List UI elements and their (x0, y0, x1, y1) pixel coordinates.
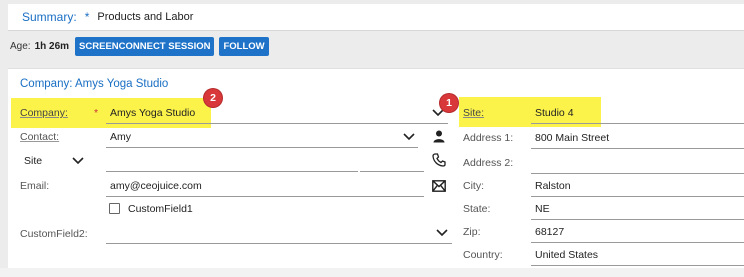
summary-required-mark: * (84, 10, 90, 24)
bottom-strip (0, 268, 744, 277)
country-label: Country: (463, 249, 503, 261)
state-value[interactable]: NE (535, 203, 550, 215)
phone-icon[interactable] (432, 153, 446, 167)
annotation-badge-1: 1 (440, 94, 458, 112)
company-card: Company: Amys Yoga Studio Company: * Amy… (8, 68, 744, 268)
customfield1-label: CustomField1 (128, 203, 193, 215)
contact-chevron-down-icon[interactable] (403, 132, 415, 142)
follow-button[interactable]: FOLLOW (219, 36, 269, 56)
address1-underline (531, 148, 744, 149)
contact-value[interactable]: Amy (110, 131, 131, 143)
company-label: Company: (20, 107, 68, 119)
customfield1-checkbox[interactable] (109, 203, 120, 214)
annotation-badge-2: 2 (204, 89, 222, 107)
state-label: State: (463, 203, 491, 215)
city-label: City: (463, 180, 484, 192)
person-icon[interactable] (433, 130, 445, 143)
state-underline (531, 219, 744, 220)
phone-ext-underline (360, 171, 424, 172)
customfield2-chevron-down-icon[interactable] (436, 228, 448, 238)
age-row: Age: 1h 26m SCREENCONNECT SESSION FOLLOW (10, 36, 269, 56)
site-underline (531, 123, 744, 124)
country-underline (531, 265, 744, 266)
contact-underline (106, 147, 418, 148)
summary-bar: Summary: * Products and Labor (8, 4, 744, 31)
city-value[interactable]: Ralston (535, 180, 571, 192)
company-card-title: Company: Amys Yoga Studio (20, 78, 169, 90)
address2-label: Address 2: (463, 157, 514, 169)
zip-value[interactable]: 68127 (535, 226, 564, 238)
site-label: Site: (463, 107, 485, 119)
email-icon[interactable] (432, 180, 446, 192)
summary-value[interactable]: Products and Labor (97, 11, 193, 23)
company-underline (106, 123, 448, 124)
phone-underline (106, 171, 358, 172)
site-value[interactable]: Studio 4 (535, 107, 574, 119)
address1-value[interactable]: 800 Main Street (535, 132, 609, 144)
zip-label: Zip: (463, 226, 481, 238)
company-value[interactable]: Amys Yoga Studio (110, 107, 195, 119)
contact-label: Contact: (20, 131, 60, 143)
address2-underline (531, 173, 744, 174)
email-label: Email: (20, 180, 50, 192)
address1-label: Address 1: (463, 132, 514, 144)
company-required-mark: * (94, 107, 99, 119)
customfield2-underline (106, 243, 452, 244)
customfield2-label: CustomField2: (20, 228, 88, 240)
summary-label: Summary: (22, 10, 77, 24)
screenconnect-session-button[interactable]: SCREENCONNECT SESSION (75, 36, 215, 56)
country-value[interactable]: United States (535, 249, 598, 261)
email-underline (106, 196, 424, 197)
age-value: 1h 26m (34, 40, 70, 52)
site-select-chevron-down-icon[interactable] (72, 156, 84, 166)
email-value[interactable]: amy@ceojuice.com (110, 180, 202, 192)
zip-underline (531, 242, 744, 243)
site-select-label[interactable]: Site (24, 155, 42, 167)
city-underline (531, 196, 744, 197)
age-label: Age: (10, 40, 31, 52)
